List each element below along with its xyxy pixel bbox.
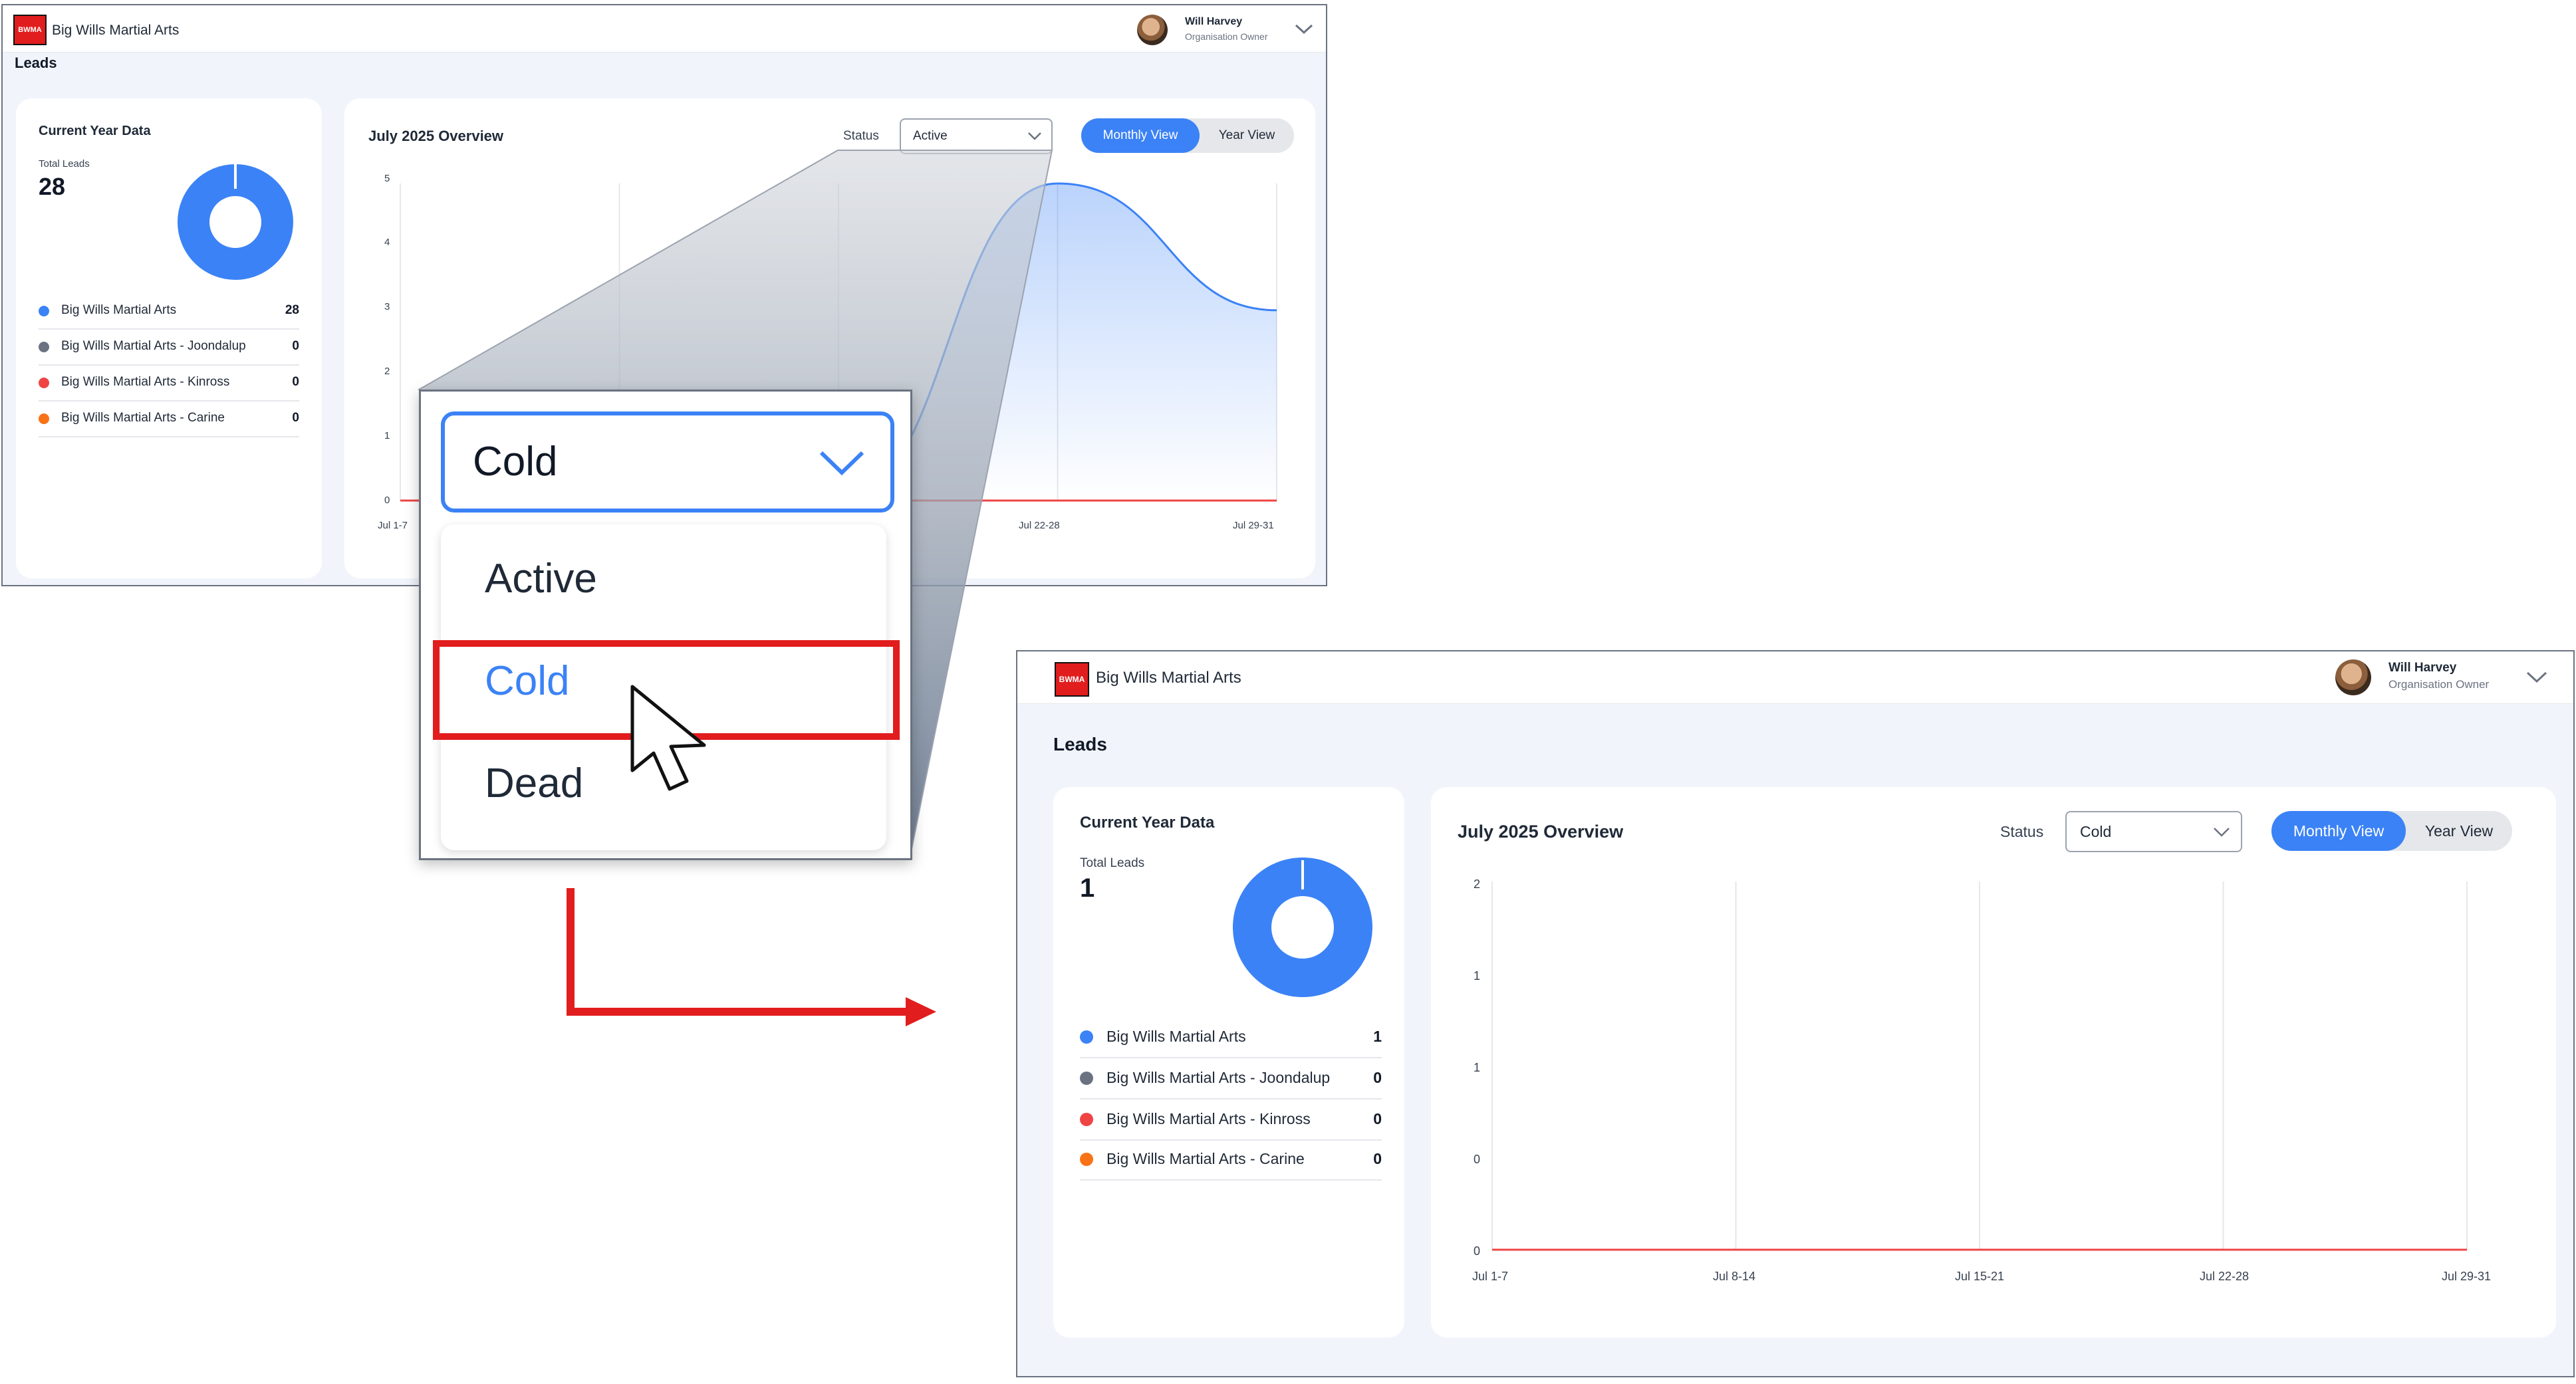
x-tick-label: Jul 1-7 — [1472, 1270, 1509, 1283]
current-year-card: Current Year Data Total Leads 1 Big Will… — [1053, 787, 1404, 1337]
option-dead[interactable]: Dead — [485, 760, 583, 807]
x-tick-label: Jul 22-28 — [2200, 1270, 2250, 1283]
legend-row: Big Wills Martial Arts - Kinross 0 — [1080, 1099, 1382, 1141]
org-name: Big Wills Martial Arts — [1096, 669, 1241, 687]
legend-dot — [1080, 1072, 1093, 1085]
legend-value: 0 — [1373, 1150, 1382, 1167]
dropdown-zoom-inset: Cold Active Cold Dead — [419, 390, 912, 860]
legend-row: Big Wills Martial Arts - Joondalup 0 — [1080, 1058, 1382, 1099]
status-select-value: Cold — [473, 439, 558, 485]
user-name[interactable]: Will Harvey — [2388, 661, 2456, 675]
option-active[interactable]: Active — [485, 555, 597, 602]
donut-chart — [1233, 858, 1372, 997]
chevron-down-icon — [819, 451, 864, 476]
legend-name: Big Wills Martial Arts - Kinross — [1106, 1110, 1311, 1127]
brand-logo: BWMA — [1055, 662, 1089, 697]
legend-name: Big Wills Martial Arts — [1106, 1028, 1246, 1045]
line-chart — [1491, 881, 2468, 1251]
legend-row: Big Wills Martial Arts - Carine 0 — [1080, 1139, 1382, 1181]
user-role: Organisation Owner — [2388, 678, 2490, 691]
total-leads-label: Total Leads — [1080, 856, 1145, 870]
legend-value: 1 — [1373, 1028, 1382, 1045]
flow-arrow — [567, 888, 912, 1016]
legend-dot — [1080, 1113, 1093, 1126]
donut-slice-big-wills — [1233, 858, 1372, 997]
card-title: Current Year Data — [1080, 814, 1215, 832]
status-select-zoomed[interactable]: Cold — [441, 411, 894, 513]
user-avatar — [2335, 659, 2371, 695]
after-screenshot: BWMA Big Wills Martial Arts Will Harvey … — [1016, 650, 2575, 1377]
legend-name: Big Wills Martial Arts - Carine — [1106, 1150, 1305, 1167]
legend-dot — [1080, 1153, 1093, 1166]
legend-dot — [1080, 1030, 1093, 1044]
overview-card: July 2025 Overview Status Cold Monthly V… — [1431, 787, 2556, 1337]
total-leads-value: 1 — [1080, 873, 1095, 903]
legend-name: Big Wills Martial Arts - Joondalup — [1106, 1069, 1331, 1086]
chevron-down-icon[interactable] — [2525, 670, 2548, 685]
legend-value: 0 — [1373, 1069, 1382, 1086]
top-bar: BWMA Big Wills Martial Arts Will Harvey … — [1017, 651, 2573, 704]
cursor-icon — [630, 685, 706, 791]
flow-arrow-head — [906, 997, 936, 1026]
page-title: Leads — [1053, 734, 1107, 754]
legend-value: 0 — [1373, 1110, 1382, 1127]
legend-row: Big Wills Martial Arts 1 — [1080, 1017, 1382, 1058]
x-tick-label: Jul 8-14 — [1713, 1270, 1756, 1283]
x-tick-label: Jul 29-31 — [2442, 1270, 2492, 1283]
x-tick-label: Jul 15-21 — [1955, 1270, 2005, 1283]
